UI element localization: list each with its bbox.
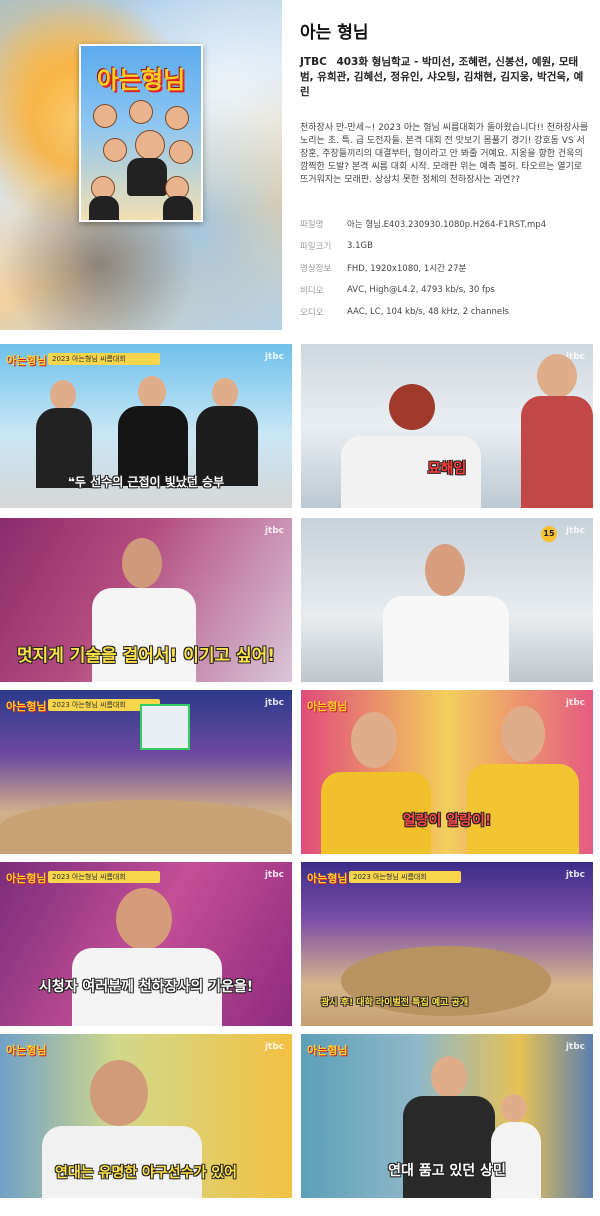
subtitle-caption: 얼랑이 알랑이! [402, 813, 492, 829]
program-title: 아는 형님 [300, 23, 369, 43]
show-logo-icon: 아는형님 [6, 872, 47, 885]
meta-key: 영상정보 [300, 264, 332, 274]
meta-value: FHD, 1920x1080, 1시간 27분 [347, 264, 467, 274]
thumbnail-1[interactable]: 아는형님 2023 아는형님 씨름대회 jtbc ❝두 선수의 근접이 빛났던 … [0, 344, 292, 508]
thumbnail-7[interactable]: 아는형님 2023 아는형님 씨름대회 jtbc 시청자 여러분께 천하장사의 … [0, 862, 292, 1026]
show-logo-icon: 아는형님 [6, 700, 47, 713]
event-banner: 2023 아는형님 씨름대회 [349, 871, 461, 883]
thumbnail-2[interactable]: jtbc 묘해임 [301, 344, 593, 508]
channel-name: JTBC [300, 56, 327, 68]
subtitle-caption: 광시 후! 대학 라이벌전 특집 예고 공개 [321, 998, 469, 1008]
meta-value: AAC, LC, 104 kb/s, 48 kHz, 2 channels [347, 307, 509, 317]
episode-cast: 403화 형님학교 - 박미선, 조혜련, 신봉선, 예원, 모태범, 유희관,… [300, 56, 584, 98]
program-info: 아는 형님 JTBC 403화 형님학교 - 박미선, 조혜련, 신봉선, 예원… [300, 18, 590, 323]
rating-15-icon: 15 [541, 526, 557, 542]
meta-row: 파일크기 3.1GB [300, 235, 590, 257]
meta-row: 비디오 AVC, High@L4.2, 4793 kb/s, 30 fps [300, 279, 590, 301]
meta-row: 파일명 아는 형님.E403.230930.1080p.H264-F1RST.m… [300, 213, 590, 235]
subtitle-caption: 연대는 유명한 야구선수가 있어 [54, 1165, 238, 1181]
network-logo-icon: jtbc [565, 1042, 585, 1052]
meta-key: 비디오 [300, 286, 324, 296]
show-logo-icon: 아는형님 [307, 1044, 348, 1057]
meta-value: 3.1GB [347, 241, 373, 251]
network-logo-icon: jtbc [565, 698, 585, 708]
subtitle-caption: 멋지게 기술을 걸어서! 이기고 싶어! [16, 646, 276, 666]
show-poster[interactable]: 아는형님 [79, 44, 203, 222]
thumbnail-3[interactable]: jtbc 멋지게 기술을 걸어서! 이기고 싶어! [0, 518, 292, 682]
thumbnail-8[interactable]: 아는형님 2023 아는형님 씨름대회 jtbc 광시 후! 대학 라이벌전 특… [301, 862, 593, 1026]
thumbnail-4[interactable]: 15 jtbc [301, 518, 593, 682]
subtitle-caption: 묘해임 [427, 461, 467, 477]
meta-value: 아는 형님.E403.230930.1080p.H264-F1RST.mp4 [347, 220, 547, 230]
network-logo-icon: jtbc [264, 526, 284, 536]
subtitle-caption: 연대 품고 있던 상민 [388, 1163, 506, 1179]
meta-key: 오디오 [300, 308, 324, 318]
network-logo-icon: jtbc [565, 526, 585, 536]
meta-row: 영상정보 FHD, 1920x1080, 1시간 27분 [300, 257, 590, 279]
network-logo-icon: jtbc [264, 352, 284, 362]
show-logo-icon: 아는형님 [307, 872, 348, 885]
file-meta-table: 파일명 아는 형님.E403.230930.1080p.H264-F1RST.m… [300, 213, 590, 323]
meta-value: AVC, High@L4.2, 4793 kb/s, 30 fps [347, 285, 495, 295]
subtitle-caption: 시청자 여러분께 천하장사의 기운을! [38, 979, 254, 995]
poster-cast-image [89, 100, 193, 220]
network-logo-icon: jtbc [264, 870, 284, 880]
thumbnail-6[interactable]: 아는형님 jtbc 얼랑이 알랑이! [301, 690, 593, 854]
subtitle-caption: ❝두 선수의 근접이 빛났던 승부 [67, 475, 225, 489]
thumbnail-9[interactable]: 아는형님 jtbc 연대는 유명한 야구선수가 있어 [0, 1034, 292, 1198]
show-logo-icon: 아는형님 [6, 354, 47, 367]
network-logo-icon: jtbc [565, 870, 585, 880]
episode-description: 천하장사 만-만세~! 2023 아는 형님 씨름대회가 돌아왔습니다!! 천하… [300, 123, 589, 185]
event-banner: 2023 아는형님 씨름대회 [48, 871, 160, 883]
show-logo-icon: 아는형님 [307, 700, 348, 713]
event-banner: 2023 아는형님 씨름대회 [48, 353, 160, 365]
show-logo-icon: 아는형님 [6, 1044, 47, 1057]
network-logo-icon: jtbc [264, 698, 284, 708]
network-logo-icon: jtbc [264, 1042, 284, 1052]
thumbnail-5[interactable]: 아는형님 2023 아는형님 씨름대회 jtbc [0, 690, 292, 854]
meta-key: 파일명 [300, 220, 324, 230]
thumbnail-10[interactable]: 아는형님 jtbc 연대 품고 있던 상민 [301, 1034, 593, 1198]
detail-header: 아는형님 아는 형님 JTBC 403화 형님학교 - 박미선, 조혜련, 신봉… [0, 0, 600, 333]
meta-key: 파일크기 [300, 242, 332, 252]
poster-title: 아는형님 [96, 66, 186, 94]
episode-line: JTBC 403화 형님학교 - 박미선, 조혜련, 신봉선, 예원, 모태범,… [300, 55, 590, 100]
hero-blurred-background: 아는형님 [0, 0, 282, 330]
meta-row: 오디오 AAC, LC, 104 kb/s, 48 kHz, 2 channel… [300, 301, 590, 323]
